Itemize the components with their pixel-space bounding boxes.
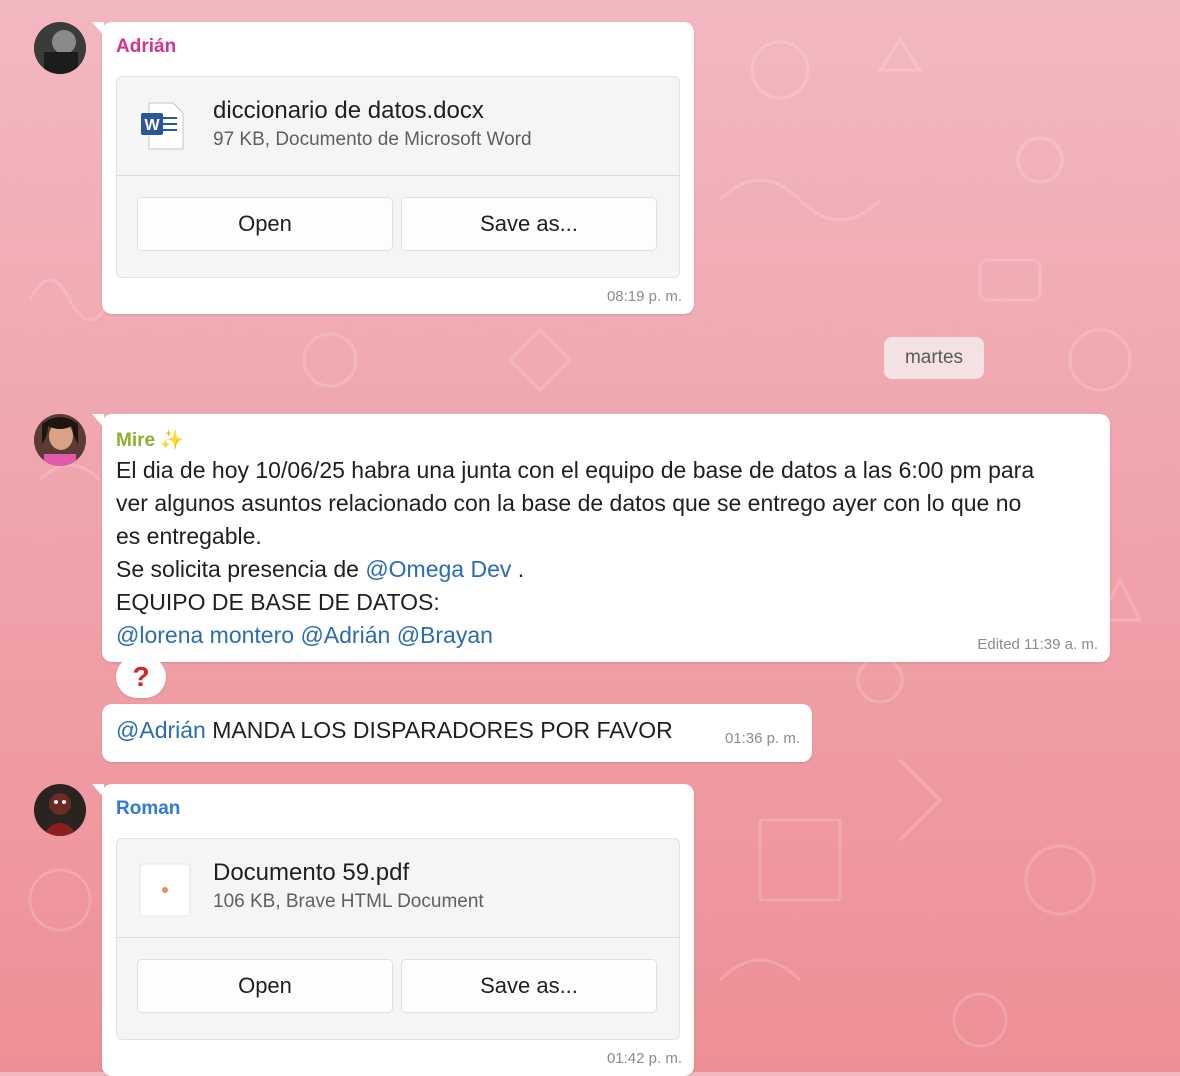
message-adrian-file[interactable]: Adrián W diccionario de datos.docx 97 KB…: [92, 22, 694, 314]
file-divider: [117, 937, 679, 938]
save-as-button[interactable]: Save as...: [401, 197, 657, 251]
sender-name-text: Mire: [116, 430, 156, 451]
file-name: diccionario de datos.docx: [213, 97, 484, 124]
file-meta: 97 KB, Documento de Microsoft Word: [213, 129, 532, 150]
file-name: Documento 59.pdf: [213, 859, 410, 886]
sender-name[interactable]: Mire ✨: [116, 428, 184, 452]
mention-lorena-montero[interactable]: @lorena montero: [116, 622, 294, 648]
message-line: El dia de hoy 10/06/25 habra una junta c…: [116, 457, 1035, 483]
message-roman-file[interactable]: Roman Documento 59.pdf 106 KB, Brave HTM…: [92, 784, 694, 1076]
message-line: es entregable.: [116, 523, 262, 549]
file-attachment[interactable]: Documento 59.pdf 106 KB, Brave HTML Docu…: [116, 838, 680, 1040]
message-time: 08:19 p. m.: [606, 288, 682, 305]
mention-omega-dev[interactable]: @Omega Dev: [365, 556, 511, 582]
message-text: MANDA LOS DISPARADORES POR FAVOR: [205, 717, 673, 743]
message-time: 01:42 p. m.: [606, 1050, 682, 1067]
open-button[interactable]: Open: [137, 959, 393, 1013]
message-body: El dia de hoy 10/06/25 habra una junta c…: [116, 454, 1096, 652]
avatar-adrian[interactable]: [34, 22, 86, 74]
sender-name[interactable]: Roman: [116, 798, 180, 820]
word-doc-icon: W: [139, 101, 185, 156]
pdf-doc-icon: [139, 863, 191, 922]
sender-name[interactable]: Adrián: [116, 36, 176, 58]
mention-adrian[interactable]: @Adrián: [300, 622, 390, 648]
sparkle-emoji-icon: ✨: [160, 430, 185, 451]
open-button[interactable]: Open: [137, 197, 393, 251]
message-time: Edited 11:39 a. m.: [977, 636, 1098, 653]
chat-area[interactable]: Adrián W diccionario de datos.docx 97 KB…: [0, 0, 1180, 1076]
message-line: @lorena montero @Adrián @Brayan: [116, 619, 1096, 652]
avatar-roman-image: [34, 784, 86, 836]
file-divider: [117, 175, 679, 176]
avatar-adrian-image: [34, 22, 86, 74]
avatar-roman[interactable]: [34, 784, 86, 836]
save-as-button[interactable]: Save as...: [401, 959, 657, 1013]
avatar-mire-image: [34, 414, 86, 466]
message-line: EQUIPO DE BASE DE DATOS:: [116, 589, 440, 615]
file-attachment[interactable]: W diccionario de datos.docx 97 KB, Docum…: [116, 76, 680, 278]
message-body: @Adrián MANDA LOS DISPARADORES POR FAVOR: [116, 714, 673, 747]
mention-brayan[interactable]: @Brayan: [397, 622, 493, 648]
message-text: .: [511, 556, 525, 582]
mention-adrian[interactable]: @Adrián: [116, 717, 206, 743]
reaction-question-mark[interactable]: ?: [116, 656, 166, 698]
file-meta: 106 KB, Brave HTML Document: [213, 891, 484, 912]
date-separator: martes: [884, 337, 984, 379]
avatar-mire[interactable]: [34, 414, 86, 466]
message-mire-announcement[interactable]: Mire ✨ El dia de hoy 10/06/25 habra una …: [92, 414, 1110, 662]
message-line: ver algunos asuntos relacionado con la b…: [116, 490, 1022, 516]
message-text: Se solicita presencia de: [116, 556, 366, 582]
message-mire-followup[interactable]: @Adrián MANDA LOS DISPARADORES POR FAVOR…: [102, 704, 812, 762]
message-line: Se solicita presencia de @Omega Dev .: [116, 553, 1096, 586]
message-time: 01:36 p. m.: [724, 730, 800, 747]
svg-text:W: W: [144, 117, 160, 134]
